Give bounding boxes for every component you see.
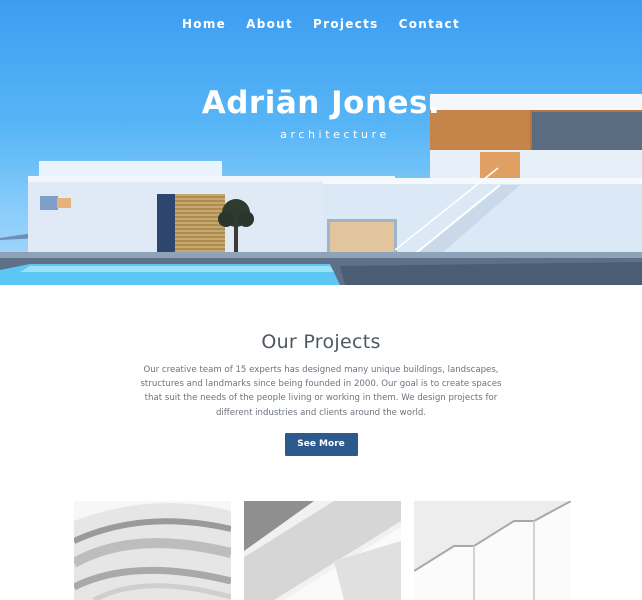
project-thumbnail-facade[interactable] <box>244 501 401 600</box>
hero-house-image <box>0 94 642 285</box>
nav-about-link[interactable]: About <box>246 17 293 31</box>
see-more-button[interactable]: See More <box>284 432 358 456</box>
brand-name[interactable]: Adriān Jones. <box>0 84 642 122</box>
project-thumbnail-steps[interactable] <box>414 501 571 600</box>
projects-description: Our creative team of 15 experts has desi… <box>140 365 502 418</box>
nav-home-link[interactable]: Home <box>182 17 226 31</box>
projects-section: Our Projects Our creative team of 15 exp… <box>0 285 642 456</box>
main-nav: Home About Projects Contact <box>0 17 642 31</box>
project-thumbnail-spiral[interactable] <box>74 501 231 600</box>
nav-projects-link[interactable]: Projects <box>313 17 379 31</box>
brand-block: Adriān Jones. architecture <box>0 84 642 141</box>
brand-tagline: architecture <box>280 128 390 141</box>
hero-banner: Home About Projects Contact Adriān Jones… <box>0 0 642 285</box>
nav-contact-link[interactable]: Contact <box>399 17 460 31</box>
project-thumbnails <box>74 501 571 600</box>
projects-title: Our Projects <box>261 331 381 353</box>
